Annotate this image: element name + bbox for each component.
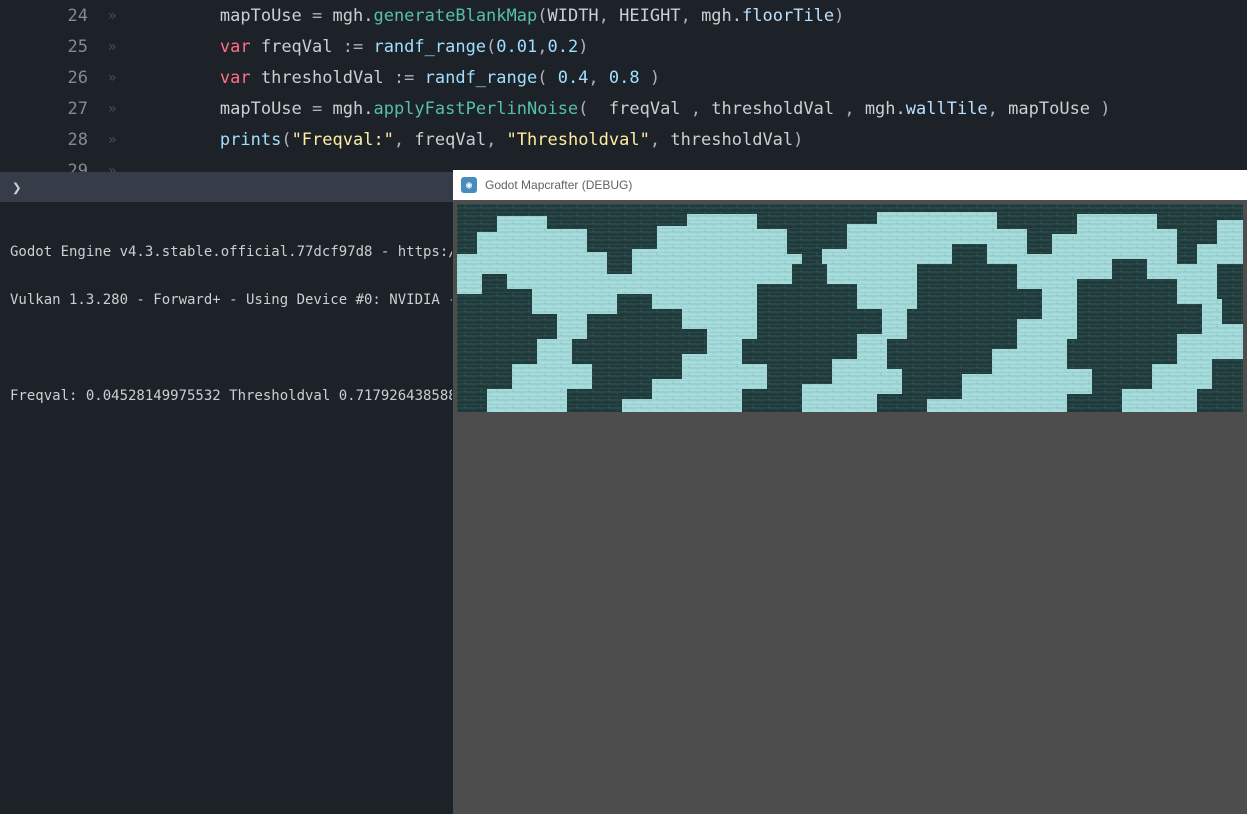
window-titlebar[interactable]: ◉ Godot Mapcrafter (DEBUG) [453, 170, 1247, 200]
line-number: 24 [0, 6, 108, 26]
fold-marker-icon[interactable]: » [108, 163, 138, 173]
output-panel[interactable]: Godot Engine v4.3.stable.official.77dcf9… [0, 202, 452, 814]
line-number: 28 [0, 130, 108, 150]
code-line[interactable]: 25» var freqVal := randf_range(0.01,0.2) [0, 31, 1247, 62]
fold-marker-icon[interactable]: » [108, 132, 138, 148]
code-line[interactable]: 27» mapToUse = mgh.applyFastPerlinNoise(… [0, 93, 1247, 124]
code-content[interactable]: var freqVal := randf_range(0.01,0.2) [138, 37, 588, 57]
fold-marker-icon[interactable]: » [108, 8, 138, 24]
line-number: 29 [0, 161, 108, 173]
output-line: Godot Engine v4.3.stable.official.77dcf9… [10, 244, 442, 260]
code-editor[interactable]: 24» mapToUse = mgh.generateBlankMap(WIDT… [0, 0, 1247, 172]
line-number: 27 [0, 99, 108, 119]
prompt-caret-icon: ❯ [12, 178, 22, 197]
game-canvas [457, 204, 1243, 412]
line-number: 25 [0, 37, 108, 57]
output-line: Freqval: 0.04528149975532 Thresholdval 0… [10, 388, 442, 404]
line-number: 26 [0, 68, 108, 88]
code-line[interactable]: 26» var thresholdVal := randf_range( 0.4… [0, 62, 1247, 93]
code-content[interactable]: mapToUse = mgh.generateBlankMap(WIDTH, H… [138, 6, 844, 26]
game-empty-area [453, 412, 1247, 814]
fold-marker-icon[interactable]: » [108, 70, 138, 86]
fold-marker-icon[interactable]: » [108, 39, 138, 55]
game-window[interactable]: ◉ Godot Mapcrafter (DEBUG) [453, 170, 1247, 814]
output-line: Vulkan 1.3.280 - Forward+ - Using Device… [10, 292, 442, 308]
code-content[interactable]: prints("Freqval:", freqVal, "Thresholdva… [138, 130, 803, 150]
code-line[interactable]: 28» prints("Freqval:", freqVal, "Thresho… [0, 124, 1247, 155]
godot-icon: ◉ [461, 177, 477, 193]
code-line[interactable]: 24» mapToUse = mgh.generateBlankMap(WIDT… [0, 0, 1247, 31]
window-title: Godot Mapcrafter (DEBUG) [485, 178, 632, 192]
code-content[interactable]: mapToUse = mgh.applyFastPerlinNoise( fre… [138, 99, 1111, 119]
code-content[interactable]: var thresholdVal := randf_range( 0.4, 0.… [138, 68, 660, 88]
fold-marker-icon[interactable]: » [108, 101, 138, 117]
perlin-noise-map [457, 204, 1243, 412]
output-line [10, 340, 442, 356]
